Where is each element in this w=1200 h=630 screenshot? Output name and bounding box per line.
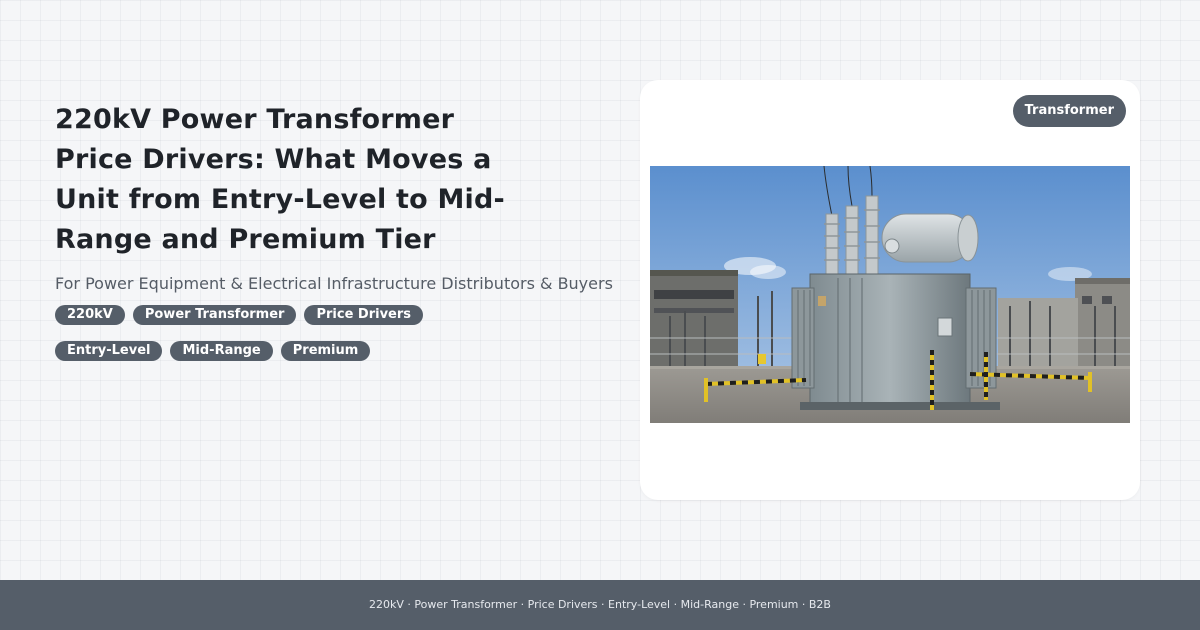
footer-bar: 220kV · Power Transformer · Price Driver…	[0, 580, 1200, 630]
image-card: Transformer	[640, 80, 1140, 500]
transformer-photo	[650, 166, 1130, 423]
hero-text: 220kV Power Transformer Price Drivers: W…	[55, 100, 635, 361]
tag-mid-range: Mid-Range	[170, 341, 273, 361]
tag-power-transformer: Power Transformer	[132, 305, 297, 325]
tag-entry-level: Entry-Level	[55, 341, 163, 361]
tag-list: 220kV Power Transformer Price Drivers En…	[55, 305, 495, 361]
category-badge: Transformer	[1012, 95, 1126, 127]
page-subtitle: For Power Equipment & Electrical Infrast…	[55, 274, 613, 293]
tag-price-drivers: Price Drivers	[304, 305, 424, 325]
tag-220kv: 220kV	[55, 305, 125, 325]
page-title: 220kV Power Transformer Price Drivers: W…	[55, 104, 505, 255]
tag-premium: Premium	[280, 341, 371, 361]
